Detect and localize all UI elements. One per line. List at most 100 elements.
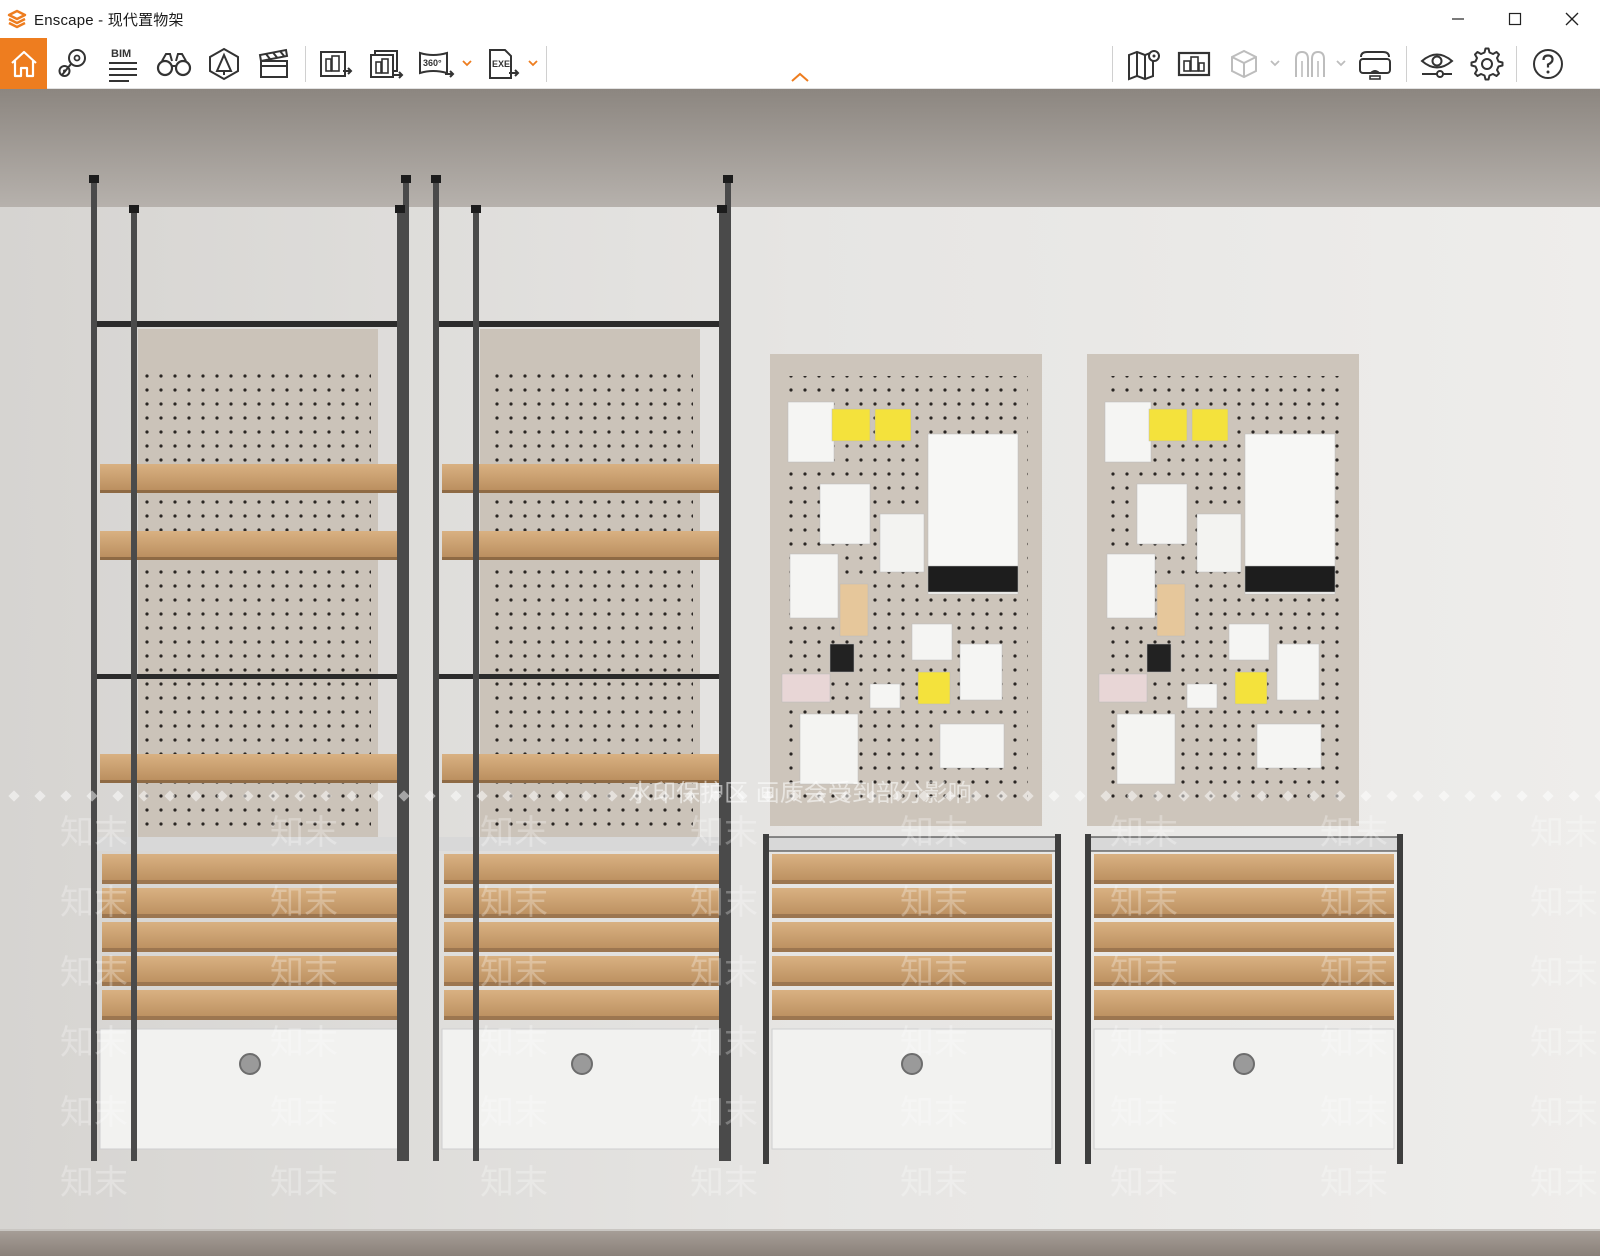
watermark-mark: 知末 — [480, 813, 548, 853]
render-viewport[interactable]: 水印保护区 画质会受到部分影响 知末 知末 知末 知末 知末 知末 知末 知末 知末 知末 知末 知末… — [0, 89, 1600, 1256]
toolbar-separator — [305, 46, 306, 82]
pinned-note — [1148, 408, 1188, 442]
view-management-button[interactable] — [52, 38, 94, 89]
map-button[interactable] — [1122, 38, 1166, 89]
watermark-mark: 知末 — [900, 813, 968, 853]
walk-mode-button[interactable] — [152, 38, 196, 89]
maximize-button[interactable] — [1486, 0, 1543, 38]
batch-render-icon — [370, 49, 404, 79]
watermark-mark: 知末 — [480, 1023, 548, 1063]
door-knob — [239, 1053, 261, 1075]
watermark-mark: 知末 — [900, 953, 968, 993]
watermark-mark: 知末 — [60, 953, 128, 993]
batch-render-button[interactable] — [364, 38, 408, 89]
watermark-mark: 知末 — [1110, 953, 1178, 993]
web-standalone-button[interactable] — [1172, 38, 1216, 89]
general-settings-button[interactable] — [1465, 38, 1509, 89]
cube-dropdown[interactable] — [1268, 38, 1282, 89]
watermark-mark: 知末 — [1320, 1023, 1388, 1063]
watermark-mark: 知末 — [1320, 883, 1388, 923]
pinned-note — [799, 713, 859, 785]
pinned-note — [1146, 643, 1172, 673]
visual-settings-button[interactable] — [1415, 38, 1459, 89]
chevron-down-icon — [1270, 60, 1280, 67]
watermark-mark: 知末 — [690, 1093, 758, 1133]
watermark-mark: 知末 — [690, 953, 758, 993]
export-image-icon — [320, 50, 353, 77]
help-button[interactable] — [1526, 38, 1570, 89]
exe-export-button[interactable]: EXE — [481, 38, 525, 89]
watermark-mark: 知末 — [480, 1163, 548, 1203]
exe-export-dropdown[interactable] — [526, 38, 540, 89]
pinned-note — [879, 513, 925, 573]
watermark-mark: 知末 — [1110, 1163, 1178, 1203]
people-button[interactable] — [1288, 38, 1332, 89]
pinned-note — [1136, 483, 1188, 545]
door-knob — [1233, 1053, 1255, 1075]
wooden-drawer — [102, 854, 398, 884]
watermark-mark: 知末 — [60, 1093, 128, 1133]
enscape-logo-icon — [7, 9, 27, 29]
pinned-note — [839, 583, 869, 637]
wooden-drawer — [772, 854, 1052, 884]
svg-text:BIM: BIM — [111, 48, 131, 60]
cabinet-door — [99, 1028, 401, 1150]
home-button[interactable] — [0, 38, 47, 89]
pinned-note — [1276, 643, 1320, 701]
panorama-button[interactable]: 360° — [414, 38, 458, 89]
people-dropdown[interactable] — [1334, 38, 1348, 89]
pinned-note — [789, 553, 839, 619]
watermark-mark: 知末 — [1110, 883, 1178, 923]
wooden-shelf — [100, 464, 400, 492]
chevron-down-icon — [1336, 60, 1346, 67]
close-icon — [1565, 12, 1578, 26]
svg-text:EXE: EXE — [492, 59, 510, 69]
pinboard — [770, 354, 1042, 826]
pinned-note — [1234, 671, 1268, 705]
house-icon — [10, 50, 37, 77]
exe-export-icon: EXE — [489, 48, 520, 79]
window-controls — [1429, 0, 1600, 38]
pinned-note — [781, 673, 831, 703]
watermark-mark: 知末 — [690, 883, 758, 923]
panorama-dropdown[interactable] — [460, 38, 474, 89]
pinned-note — [917, 671, 951, 705]
pinboard — [1087, 354, 1359, 826]
chevron-down-icon — [462, 60, 472, 67]
watermark-mark: 知末 — [900, 1093, 968, 1133]
toolbar-separator — [1112, 46, 1113, 82]
chevron-up-icon — [791, 72, 809, 82]
cube-button[interactable] — [1222, 38, 1266, 89]
pinned-note — [911, 623, 953, 661]
wooden-shelf — [100, 531, 400, 559]
watermark-mark: 知末 — [60, 1163, 128, 1203]
collapse-toolbar-button[interactable] — [789, 68, 811, 86]
pinned-note — [1191, 408, 1229, 442]
watermark-mark: 知末 — [1530, 883, 1598, 923]
wooden-drawer — [444, 922, 720, 952]
asset-library-button[interactable] — [202, 38, 246, 89]
watermark-mark: 知末 — [690, 813, 758, 853]
pinned-note — [869, 683, 901, 709]
wooden-drawer — [102, 888, 398, 918]
wooden-drawer — [102, 956, 398, 986]
bim-button[interactable]: BIM — [101, 38, 145, 89]
pinned-note — [829, 643, 855, 673]
pinned-note — [819, 483, 871, 545]
watermark-mark: 知末 — [270, 883, 338, 923]
wooden-shelf — [100, 754, 400, 782]
close-button[interactable] — [1543, 0, 1600, 38]
wooden-drawer — [1094, 922, 1394, 952]
wooden-shelf — [442, 754, 722, 782]
watermark-mark: 知末 — [900, 883, 968, 923]
screenshot-button[interactable] — [314, 38, 358, 89]
wooden-shelf — [442, 531, 722, 559]
watermark-mark: 知末 — [1530, 813, 1598, 853]
wooden-shelf — [442, 464, 722, 492]
minimize-button[interactable] — [1429, 0, 1486, 38]
video-editor-button[interactable] — [252, 38, 296, 89]
watermark-mark: 知末 — [1530, 1163, 1598, 1203]
pinned-note — [959, 643, 1003, 701]
location-pin-icon — [58, 48, 86, 77]
vr-headset-button[interactable] — [1353, 38, 1397, 89]
